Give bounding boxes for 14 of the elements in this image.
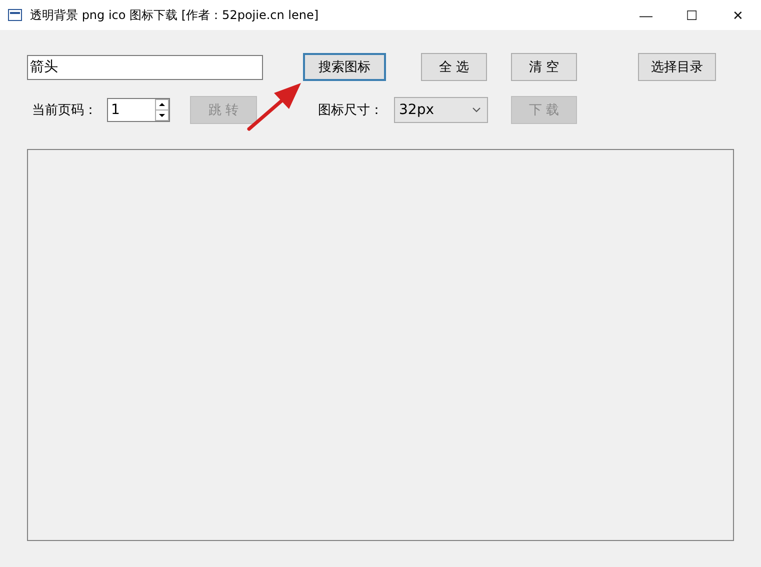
search-field[interactable]: 箭头 <box>27 54 263 80</box>
window-title: 透明背景 png ico 图标下载 [作者：52pojie.cn lene] <box>30 6 319 24</box>
action-button[interactable]: 搜索图标 <box>303 53 386 81</box>
annotation-arrow <box>246 82 302 132</box>
app-icon <box>8 9 22 21</box>
size-dropdown[interactable]: 32px <box>394 97 488 123</box>
action-button[interactable]: 选择目录 <box>638 53 716 81</box>
action-button[interactable]: 清 空 <box>511 53 577 81</box>
size-label: 图标尺寸： <box>318 102 384 119</box>
chevron-down-icon <box>472 107 481 113</box>
page-label: 当前页码： <box>32 102 98 119</box>
action-button[interactable]: 全 选 <box>421 53 487 81</box>
page-spinner[interactable]: 1 <box>107 98 170 122</box>
spinner-arrows-icon <box>155 99 169 121</box>
